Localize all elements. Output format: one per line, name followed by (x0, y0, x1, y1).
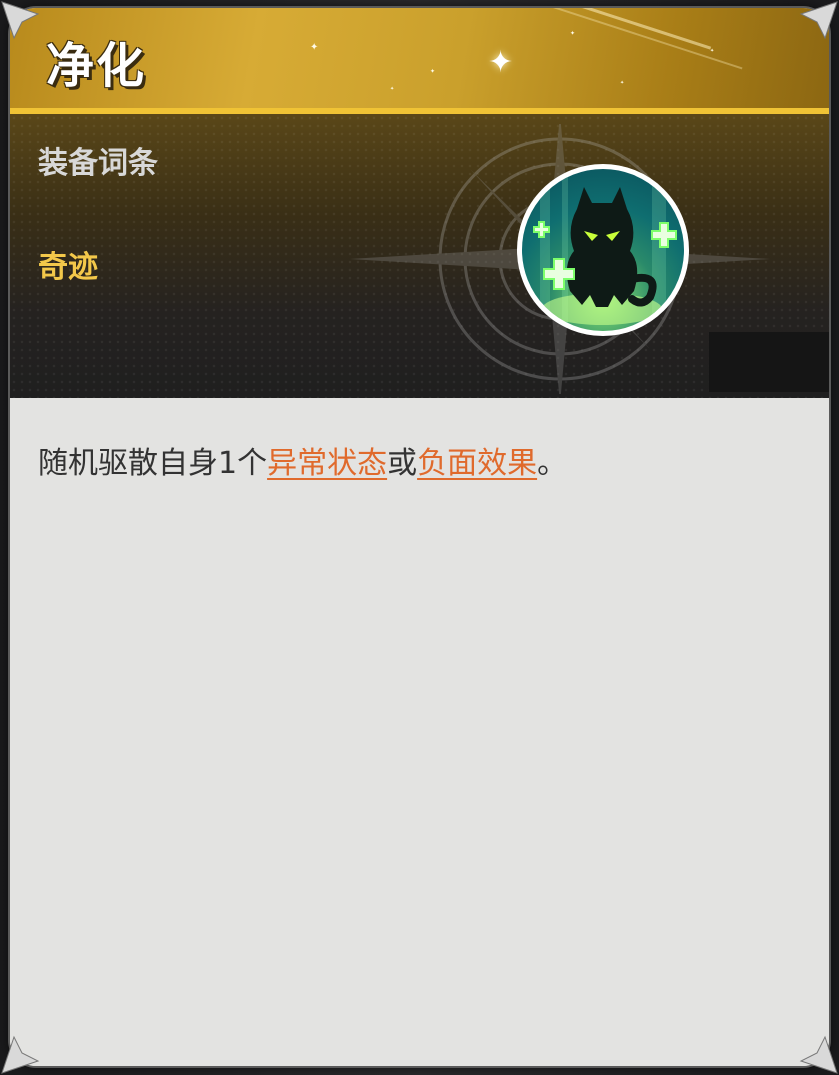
skill-card: ✦ ✦ ✦ ✦ ✦ ✦ ✦ 净化 装备词条 奇迹 随机驱散自身1个异常状态或负面… (10, 8, 829, 1066)
corner-ornament-icon (799, 1, 838, 40)
tooltip-frame: ✦ ✦ ✦ ✦ ✦ ✦ ✦ 净化 装备词条 奇迹 随机驱散自身1个异常状态或负面… (0, 0, 839, 1075)
sparkle-icon: ✦ (488, 45, 514, 80)
keyword-abnormal-status-link[interactable]: 异常状态 (267, 446, 387, 481)
keyword-negative-effect-link[interactable]: 负面效果 (417, 446, 537, 481)
title-bar: ✦ ✦ ✦ ✦ ✦ ✦ ✦ 净化 (10, 8, 829, 110)
skill-description: 随机驱散自身1个异常状态或负面效果。 (38, 442, 567, 486)
card-body: 随机驱散自身1个异常状态或负面效果。 (10, 398, 829, 1066)
card-header: 装备词条 奇迹 (10, 114, 829, 398)
section-label: 装备词条 (38, 146, 158, 181)
description-text: 。 (537, 446, 568, 481)
corner-ornament-icon (799, 1035, 838, 1074)
description-text: 随机驱散自身1个 (38, 446, 268, 481)
shadow-creature-icon (533, 169, 677, 331)
rarity-label: 奇迹 (38, 250, 98, 285)
purify-skill-icon (517, 164, 689, 336)
corner-ornament-icon (1, 1, 40, 40)
description-text: 或 (387, 446, 418, 481)
corner-ornament-icon (1, 1035, 40, 1074)
card-title: 净化 (46, 38, 147, 94)
